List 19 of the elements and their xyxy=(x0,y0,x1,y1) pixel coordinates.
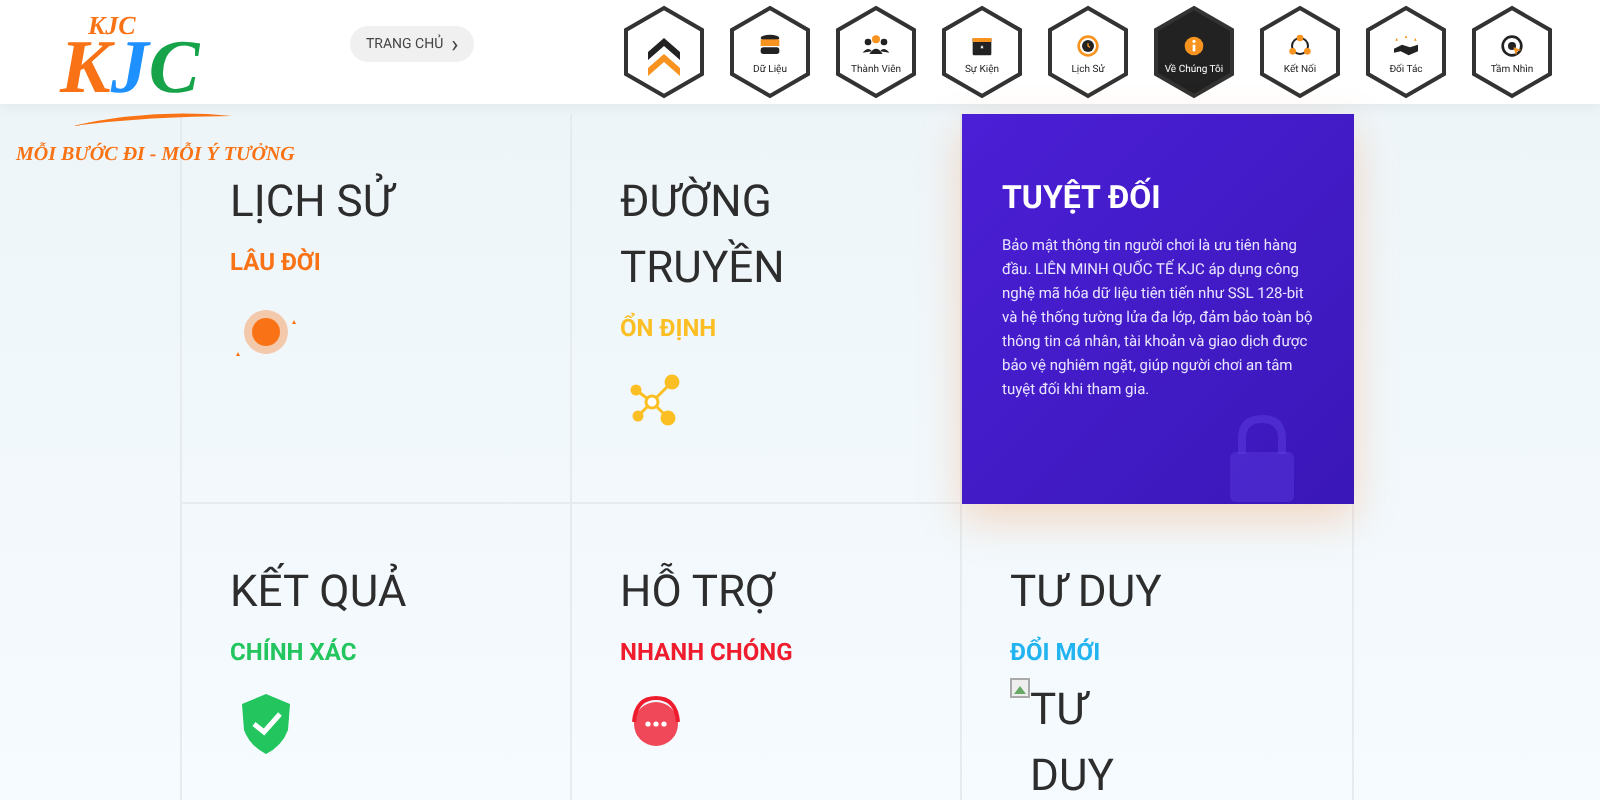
feature-title: KẾT QUẢ xyxy=(230,560,470,626)
feature-subtitle: LÂU ĐỜI xyxy=(230,246,323,280)
target-icon xyxy=(1496,29,1528,61)
image-alt-text: TƯ DUY xyxy=(1030,684,1116,800)
feature-subtitle: ĐỔI MỚI xyxy=(1010,634,1103,670)
network-icon xyxy=(1284,29,1316,61)
broken-image-icon xyxy=(1010,678,1030,698)
clock-icon xyxy=(1072,29,1104,61)
feature-title: TƯ DUY xyxy=(1010,566,1164,622)
card-title: TUYỆT ĐỐI xyxy=(1002,178,1163,218)
feature-title: ĐƯỜNG TRUYỀN xyxy=(620,174,787,298)
nav-tab[interactable] xyxy=(620,4,708,100)
feature-subtitle: NHANH CHÓNG xyxy=(620,636,795,670)
feature-title: LỊCH SỬ xyxy=(230,170,470,236)
feature-subtitle: CHÍNH XÁC xyxy=(230,636,359,670)
logo-letter: C xyxy=(148,28,200,108)
feature-title: HỖ TRỢ xyxy=(620,560,860,626)
logo-tagline: MỖI BƯỚC ĐI - MỖI Ý TƯỞNG xyxy=(16,140,295,170)
feature-subtitle: ỔN ĐỊNH xyxy=(620,310,719,346)
